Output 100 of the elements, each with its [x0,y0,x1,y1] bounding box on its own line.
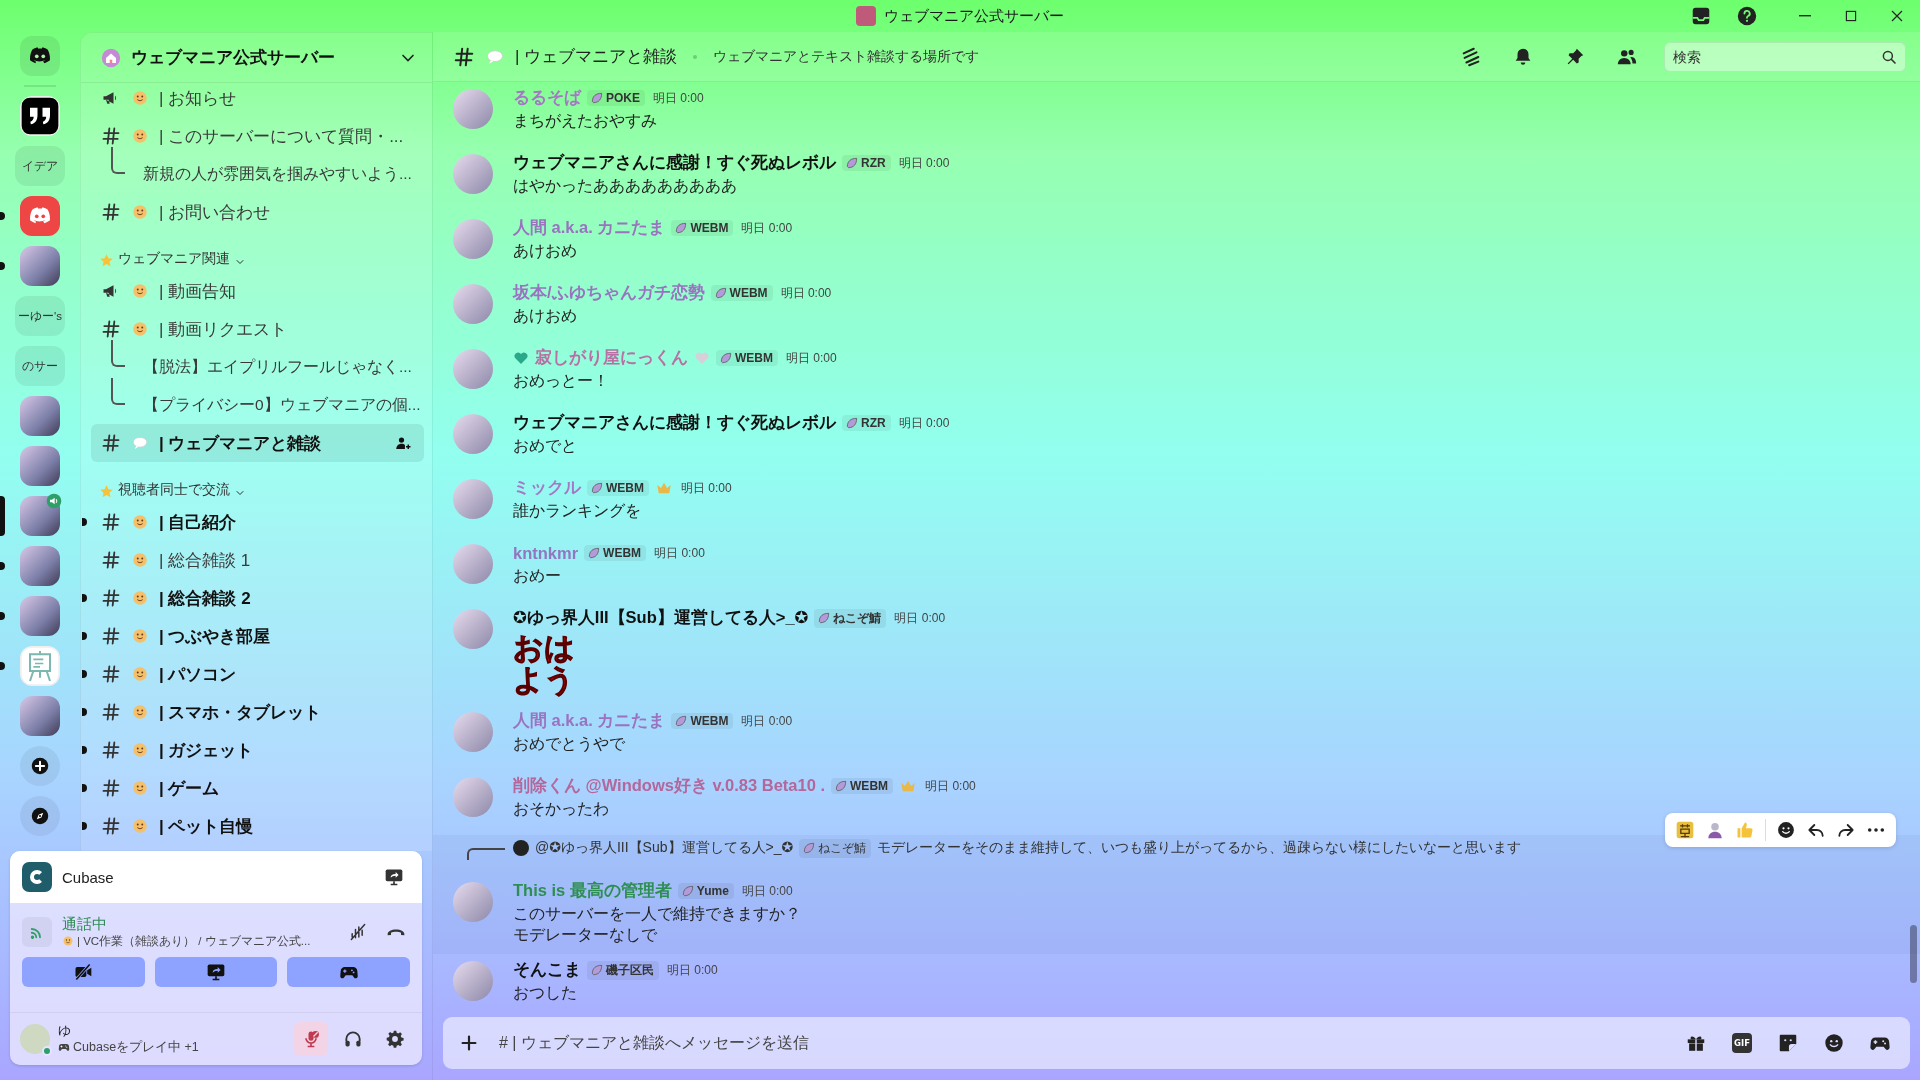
channel-item[interactable]: | 動画告知 [91,272,424,310]
reply-connector [467,848,505,860]
channel-item[interactable]: | スマホ・タブレット [91,693,424,731]
channel-item[interactable]: | パソコン [91,655,424,693]
server-icon[interactable] [20,546,60,586]
server-button[interactable]: ーゆー's [15,296,65,336]
server-name[interactable]: ウェブマニア公式サーバー [131,46,388,69]
threads-icon [1460,45,1482,68]
channel-item[interactable]: | 総合雑談 2 [91,579,424,617]
channel-emoji-icon [131,779,149,797]
server-button[interactable] [20,96,60,136]
tag-icon [680,884,695,898]
message-text: おそかったわ [513,799,610,819]
activity-button[interactable] [287,957,410,987]
noise-suppression-icon [348,922,368,942]
channel-emoji-icon [131,434,149,452]
user-status: Cubaseをプレイ中 +1 [73,1039,199,1055]
channel-item[interactable]: | 総合雑談 1 [91,541,424,579]
message-composer[interactable]: # | ウェブマニアと雑談へメッセージを送信 GIF [443,1017,1910,1069]
channel-item[interactable]: | ペット自慢 [91,807,424,845]
server-icon[interactable] [20,396,60,436]
channel-emoji-icon [131,665,149,683]
voice-channel-name[interactable]: | VC作業（雑談あり） / ウェブマニア公式... [77,933,311,949]
hash-icon [101,664,121,684]
scrollbar[interactable] [1910,925,1917,983]
microphone-button[interactable] [294,1022,328,1056]
user-tag: ねこぞ鯖 [799,838,872,858]
tag-icon [719,351,733,365]
category-label[interactable]: 視聴者同士で交流 [118,481,230,499]
user-tag: WEBM [671,713,734,729]
message-input[interactable]: # | ウェブマニアと雑談へメッセージを送信 [491,1023,1670,1063]
server-icon [856,6,876,26]
server-icon[interactable] [20,446,60,486]
channel-title: | ウェブマニアと雑談 [515,46,678,68]
invite-icon[interactable] [394,434,412,452]
server-button[interactable]: のサー [15,346,65,386]
channel-item[interactable]: | このサーバーについて質問・... [91,117,424,155]
author-name[interactable]: ✪ゆっ界人III【Sub】運営してる人>_✪ [513,607,809,629]
channel-item[interactable]: | ゲーム [91,769,424,807]
server-icon[interactable] [20,246,60,286]
hash-icon [101,126,121,146]
hash-icon [101,319,121,339]
category-label[interactable]: ウェブマニア関連 [118,250,230,268]
author-name[interactable]: ウェブマニアさんに感謝！すぐ死ぬレボル [513,412,836,434]
smile-icon [1776,820,1796,840]
gif-button[interactable]: GIF [1722,1027,1762,1059]
channel-emoji-icon [131,89,149,107]
timestamp: 明日 0:00 [898,414,950,432]
timestamp: 明日 0:00 [667,961,718,979]
tag-icon [590,481,604,495]
timestamp: 明日 0:00 [741,219,793,237]
user-tag: WEBM [716,350,778,366]
thread-item[interactable]: 新規の人が雰囲気を掴みやすいよう... [137,159,418,189]
server-icon[interactable] [20,596,60,636]
tag-icon [817,611,832,625]
message-text: はやかったあああああああああ [513,176,738,196]
channel-item[interactable]: | 動画リクエスト [91,310,424,348]
activity-name: Cubase [62,868,115,886]
speaker-icon [46,493,62,509]
tag-icon [674,221,689,235]
thread-item[interactable]: 【プライバシー0】ウェブマニアの個... [137,390,427,420]
timestamp: 明日 0:00 [786,349,837,367]
channel-item[interactable]: | お知らせ [91,79,424,117]
screen-share-button[interactable] [154,957,278,987]
channel-item[interactable]: | ウェブマニアと雑談 [91,424,424,462]
hash-icon [101,550,121,570]
server-icon[interactable] [20,696,60,736]
tag-icon [587,546,602,560]
author-name[interactable]: そんこま [513,959,581,981]
author-name[interactable]: ウェブマニアさんに感謝！すぐ死ぬレボル [513,152,836,174]
signal-icon[interactable] [22,917,52,947]
timestamp: 明日 0:00 [654,544,705,562]
message-text: このサーバーを一人で維持できますか？ [513,904,802,924]
camera-off-icon [73,962,94,982]
channel-item[interactable]: | お問い合わせ [91,193,424,231]
server-button[interactable]: イデア [15,146,65,186]
add-server-button[interactable] [20,746,60,786]
user-tag: ねこぞ鯖 [814,608,887,628]
home-button[interactable] [20,36,60,76]
server-icon[interactable] [20,496,60,536]
inbox-icon [1690,5,1712,27]
camera-button[interactable] [22,957,145,987]
reply-author[interactable]: @✪ゆっ界人III【Sub】運営してる人>_✪ [535,839,794,857]
user-tag: 磯子区民 [587,960,659,980]
discover-button[interactable] [20,796,60,836]
thread-item[interactable]: 【脱法】エイプリルフールじゃなく... [137,352,418,382]
message-text: あけおめ [513,241,578,261]
channel-item[interactable]: | 自己紹介 [91,503,424,541]
channel-item[interactable]: | つぶやき部屋 [91,617,424,655]
reply-preview[interactable]: モデレーターをそのまま維持して、いつも盛り上がってるから、過疎らない様にしたいなーと思います [877,839,1522,857]
channel-item[interactable]: | ガジェット [91,731,424,769]
channel-topic[interactable]: ウェブマニアとテキスト雑談する場所です [713,47,1440,66]
channel-emoji-icon [131,513,149,531]
user-tag: RZR [842,415,891,431]
thumbs-up-icon [1735,820,1755,840]
channel-emoji-icon [131,589,149,607]
channel-emoji-icon [131,741,149,759]
hash-icon [101,588,121,608]
headphones-icon [343,1029,363,1049]
quote-icon [20,96,60,136]
